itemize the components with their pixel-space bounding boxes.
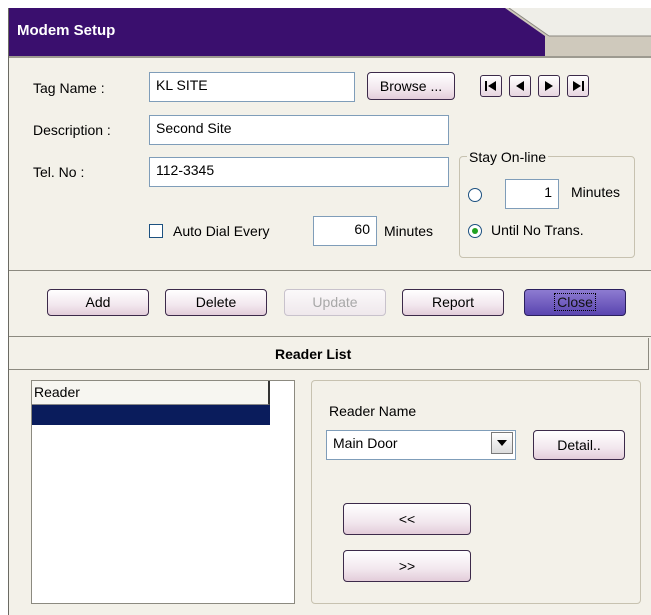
tel-no-field[interactable]: 112-3345: [149, 157, 449, 187]
reader-name-value: Main Door: [333, 435, 398, 451]
modem-setup-window: Modem Setup Tag Name : KL SITE Browse ..…: [8, 8, 651, 615]
last-record-icon: [573, 81, 584, 91]
stay-minutes-radio[interactable]: [468, 188, 482, 202]
auto-dial-label: Auto Dial Every: [173, 223, 270, 239]
report-button[interactable]: Report: [402, 289, 504, 316]
reader-list-selected-row[interactable]: [32, 405, 270, 425]
update-button-label: Update: [312, 294, 358, 310]
move-left-button-label: <<: [398, 511, 416, 527]
next-record-button[interactable]: [538, 75, 560, 97]
reader-list-title: Reader List: [275, 346, 352, 362]
title-bar: Modem Setup: [9, 8, 651, 58]
close-button[interactable]: Close: [524, 289, 626, 316]
update-button[interactable]: Update: [284, 289, 386, 316]
first-record-icon: [485, 81, 496, 91]
reader-column-header-label: Reader: [34, 384, 80, 400]
description-field[interactable]: Second Site: [149, 115, 449, 145]
browse-button-label: Browse ...: [379, 78, 443, 94]
auto-dial-unit-label: Minutes: [384, 223, 434, 239]
reader-listbox[interactable]: Reader: [31, 380, 295, 604]
tel-no-label: Tel. No :: [33, 164, 85, 180]
next-record-icon: [545, 81, 553, 91]
previous-record-icon: [516, 81, 524, 91]
stay-online-title: Stay On-line: [467, 149, 549, 165]
detail-button-label: Detail..: [557, 437, 601, 453]
delete-button-label: Delete: [195, 294, 237, 310]
tag-name-label: Tag Name :: [33, 80, 105, 96]
add-button-label: Add: [85, 294, 111, 310]
auto-dial-checkbox[interactable]: [149, 224, 163, 238]
chevron-down-icon: [497, 440, 507, 446]
add-button[interactable]: Add: [47, 289, 149, 316]
delete-button[interactable]: Delete: [165, 289, 267, 316]
reader-name-label: Reader Name: [329, 403, 417, 419]
until-no-trans-radio[interactable]: [468, 224, 482, 238]
tag-name-field[interactable]: KL SITE: [149, 72, 355, 102]
reader-name-select[interactable]: Main Door: [326, 430, 516, 460]
move-right-button[interactable]: >>: [343, 550, 471, 582]
browse-button[interactable]: Browse ...: [367, 72, 455, 100]
reader-list-divider: [9, 336, 651, 337]
reader-name-dropdown-button[interactable]: [491, 432, 513, 454]
move-left-button[interactable]: <<: [343, 503, 471, 535]
description-label: Description :: [33, 122, 111, 138]
stay-minutes-field[interactable]: 1: [505, 179, 559, 209]
until-no-trans-label: Until No Trans.: [491, 222, 584, 238]
auto-dial-minutes-field[interactable]: 60: [313, 216, 377, 246]
window-title: Modem Setup: [17, 22, 116, 39]
detail-button[interactable]: Detail..: [533, 430, 625, 460]
last-record-button[interactable]: [567, 75, 589, 97]
reader-column-header[interactable]: Reader: [32, 381, 270, 405]
section-divider: [9, 270, 651, 271]
report-button-label: Report: [431, 294, 475, 310]
first-record-button[interactable]: [480, 75, 502, 97]
close-button-label: Close: [554, 293, 596, 311]
stay-minutes-label: Minutes: [571, 184, 621, 200]
move-right-button-label: >>: [398, 558, 416, 574]
previous-record-button[interactable]: [509, 75, 531, 97]
